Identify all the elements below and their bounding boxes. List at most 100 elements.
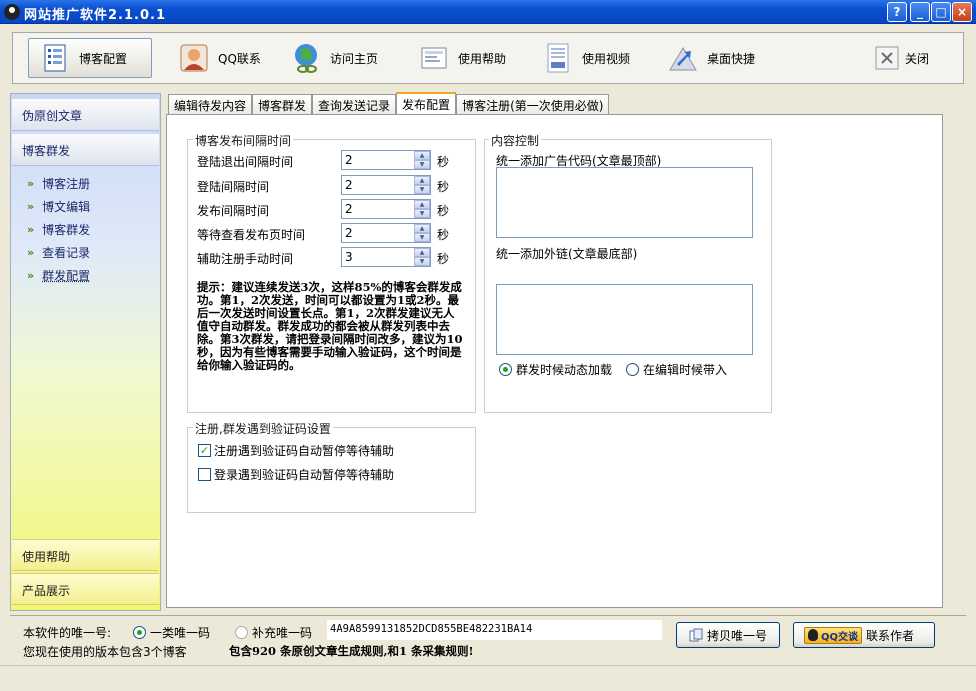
help-search-button[interactable]: ?: [887, 2, 907, 22]
toolbar-label: QQ联系: [218, 51, 261, 66]
sidebar-section-pseudo-original[interactable]: 伪原创文章: [12, 99, 159, 131]
stepper-value[interactable]: 2: [342, 224, 414, 242]
login-interval-stepper[interactable]: 2 ▲ ▼: [341, 175, 431, 195]
sidebar-item-label: 博客群发: [42, 222, 91, 237]
unique-id-label: 本软件的唯一号:: [23, 626, 112, 640]
tab-blog-register[interactable]: 博客注册(第一次使用必做): [456, 94, 610, 114]
toolbar-visit-homepage-button[interactable]: 访问主页: [290, 38, 378, 78]
stepper-up-icon[interactable]: ▲: [414, 176, 430, 185]
external-link-textarea[interactable]: [496, 284, 753, 355]
radio-label: 在编辑时候带入: [643, 363, 728, 377]
sidebar-section-products[interactable]: 产品展示: [12, 573, 159, 605]
unit-label: 秒: [437, 228, 450, 242]
stepper-down-icon[interactable]: ▼: [414, 257, 430, 266]
sidebar-item-blog-mass[interactable]: » 博客群发: [27, 219, 90, 239]
radio-id-type-2[interactable]: 补充唯一码: [235, 624, 312, 641]
tab-blog-mass[interactable]: 博客群发: [252, 94, 313, 114]
sidebar-section-blog-mass-post[interactable]: 博客群发: [12, 134, 159, 166]
toolbar-label: 桌面快捷: [707, 51, 756, 66]
sidebar-item-label: 查看记录: [42, 245, 91, 260]
toolbar-qq-contact-button[interactable]: QQ联系: [178, 38, 261, 78]
login-logout-interval-stepper[interactable]: 2 ▲ ▼: [341, 150, 431, 170]
checkbox-login-captcha[interactable]: 登录遇到验证码自动暂停等待辅助: [198, 466, 394, 483]
user-avatar-icon: [178, 42, 210, 74]
radio-label: 一类唯一码: [150, 626, 211, 640]
toolbar-label: 访问主页: [330, 51, 379, 66]
ad-code-textarea[interactable]: [496, 167, 753, 238]
sidebar-item-label: 博文编辑: [42, 199, 91, 214]
sidebar-section-help[interactable]: 使用帮助: [12, 539, 159, 571]
globe-link-icon: [290, 42, 322, 74]
copy-id-button[interactable]: 拷贝唯一号: [676, 622, 780, 648]
wait-view-page-stepper[interactable]: 2 ▲ ▼: [341, 223, 431, 243]
toolbar-blog-config-button[interactable]: 博客配置: [28, 38, 152, 78]
radio-button[interactable]: [133, 626, 146, 639]
checkbox[interactable]: ✓: [198, 444, 211, 457]
checkbox-register-captcha[interactable]: ✓ 注册遇到验证码自动暂停等待辅助: [198, 442, 394, 459]
stepper-down-icon[interactable]: ▼: [414, 160, 430, 169]
close-window-button[interactable]: ×: [952, 2, 972, 22]
button-label: 拷贝唯一号: [706, 628, 767, 643]
radio-insert-on-edit[interactable]: 在编辑时候带入: [626, 361, 727, 378]
stepper-down-icon[interactable]: ▼: [414, 233, 430, 242]
app-icon: [4, 4, 20, 20]
toolbar-desktop-shortcut-button[interactable]: 桌面快捷: [667, 38, 755, 78]
document-list-icon: [39, 42, 71, 74]
toolbar-label: 使用视频: [582, 51, 631, 66]
unique-id-field[interactable]: 4A9A8599131852DCD855BE482231BA14: [327, 620, 662, 640]
stepper-value[interactable]: 2: [342, 176, 414, 194]
chevron-right-icon: »: [27, 176, 35, 190]
help-document-icon: [418, 42, 450, 74]
chevron-right-icon: »: [27, 199, 35, 213]
stepper-up-icon[interactable]: ▲: [414, 151, 430, 160]
group-title: 注册,群发遇到验证码设置: [193, 420, 333, 437]
stepper-value[interactable]: 2: [342, 200, 414, 218]
toolbar-video-button[interactable]: 使用视频: [542, 38, 630, 78]
stepper-down-icon[interactable]: ▼: [414, 209, 430, 218]
checkbox[interactable]: [198, 468, 211, 481]
sidebar: 伪原创文章 博客群发 » 博客注册 » 博文编辑 » 博客群发 » 查看记录 » 群发配置…: [10, 93, 161, 611]
external-link-label: 统一添加外链(文章最底部): [496, 247, 638, 261]
unit-label: 秒: [437, 204, 450, 218]
stepper-value[interactable]: 3: [342, 248, 414, 266]
tab-query-records[interactable]: 查询发送记录: [312, 94, 397, 114]
assist-register-time-stepper[interactable]: 3 ▲ ▼: [341, 247, 431, 267]
contact-author-button[interactable]: QQ交谈 联系作者: [793, 622, 935, 648]
radio-button[interactable]: [626, 363, 639, 376]
publish-interval-stepper[interactable]: 2 ▲ ▼: [341, 199, 431, 219]
login-interval-label: 登陆间隔时间: [197, 180, 270, 194]
chevron-right-icon: »: [27, 222, 35, 236]
sidebar-item-blog-edit[interactable]: » 博文编辑: [27, 196, 90, 216]
shortcut-arrow-icon: [667, 42, 699, 74]
button-label: 联系作者: [866, 628, 915, 643]
stepper-up-icon[interactable]: ▲: [414, 248, 430, 257]
title-bar[interactable]: 网站推广软件2.1.0.1 ? _ □ ×: [0, 0, 976, 24]
chevron-right-icon: »: [27, 245, 35, 259]
radio-button[interactable]: [235, 626, 248, 639]
stepper-value[interactable]: 2: [342, 151, 414, 169]
qq-chat-badge: QQ交谈: [804, 626, 863, 644]
toolbar-close-button[interactable]: 关闭: [875, 38, 929, 78]
maximize-button[interactable]: □: [931, 2, 951, 22]
sidebar-item-label: 博客注册: [42, 176, 91, 191]
sidebar-item-mass-config[interactable]: » 群发配置: [27, 265, 90, 285]
sidebar-item-blog-register[interactable]: » 博客注册: [27, 173, 90, 193]
sidebar-item-label: 群发配置: [42, 268, 91, 283]
minimize-button[interactable]: _: [910, 2, 930, 22]
stepper-up-icon[interactable]: ▲: [414, 224, 430, 233]
group-title: 内容控制: [489, 132, 542, 149]
radio-id-type-1[interactable]: 一类唯一码: [133, 624, 210, 641]
tab-edit-content[interactable]: 编辑待发内容: [168, 94, 253, 114]
toolbar-help-button[interactable]: 使用帮助: [418, 38, 506, 78]
checkbox-label: 登录遇到验证码自动暂停等待辅助: [214, 468, 395, 482]
close-x-icon: [875, 46, 899, 70]
stepper-down-icon[interactable]: ▼: [414, 185, 430, 194]
radio-dynamic-load[interactable]: 群发时候动态加载: [499, 361, 612, 378]
checkbox-label: 注册遇到验证码自动暂停等待辅助: [214, 444, 395, 458]
sidebar-item-view-records[interactable]: » 查看记录: [27, 242, 90, 262]
radio-button[interactable]: [499, 363, 512, 376]
stepper-up-icon[interactable]: ▲: [414, 200, 430, 209]
chevron-right-icon: »: [27, 268, 35, 282]
tab-publish-config[interactable]: 发布配置: [396, 92, 457, 114]
tab-bar: 编辑待发内容 博客群发 查询发送记录 发布配置 博客注册(第一次使用必做): [168, 92, 610, 114]
